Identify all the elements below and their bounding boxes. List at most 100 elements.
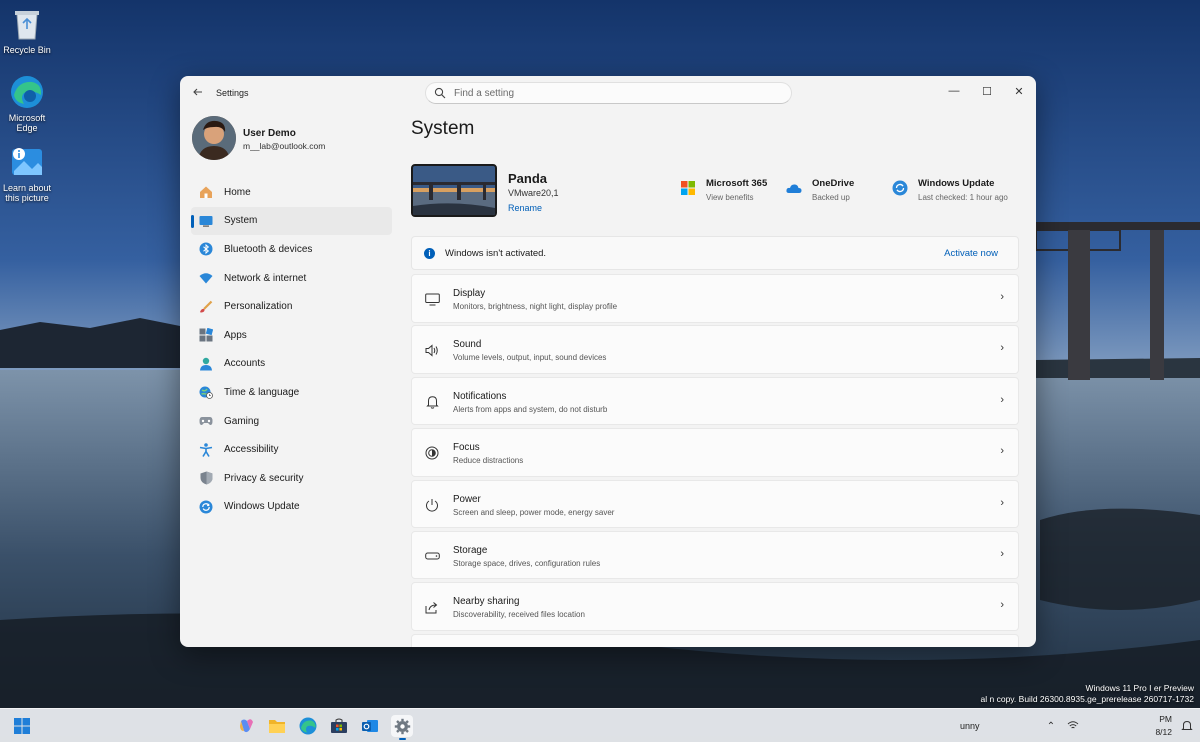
maximize-button[interactable]: ☐ — [972, 80, 1002, 102]
taskbar: unny ⌃ PM 8/12 — [0, 708, 1200, 742]
sidebar-item-label: System — [224, 215, 258, 227]
accessibility-icon — [198, 442, 214, 458]
avatar — [192, 116, 236, 160]
sidebar-item-apps[interactable]: Apps — [191, 321, 392, 350]
sidebar-item-label: Apps — [224, 329, 247, 341]
edge-icon — [299, 717, 317, 735]
desktop-icon-learn-about-picture[interactable]: Learn about this picture — [0, 144, 62, 203]
activate-now-link[interactable]: Activate now — [944, 247, 998, 260]
close-icon: ✕ — [1014, 85, 1024, 98]
user-profile[interactable]: User Demo m__lab@outlook.com — [192, 116, 392, 164]
sidebar-item-home[interactable]: Home — [191, 178, 392, 207]
shield-icon — [198, 470, 214, 486]
sidebar-item-accessibility[interactable]: Accessibility — [191, 435, 392, 464]
quick-link-microsoft-365[interactable]: Microsoft 365 View benefits — [680, 176, 780, 206]
activation-banner: i Windows isn't activated. Activate now — [411, 236, 1019, 270]
bell-icon — [424, 394, 440, 410]
card-title: Sound — [453, 339, 482, 351]
chevron-right-icon: › — [1000, 291, 1004, 303]
clock-date: 8/12 — [1155, 727, 1172, 737]
quick-link-windows-update[interactable]: Windows Update Last checked: 1 hour ago — [892, 176, 1022, 206]
clock-time: PM — [1159, 714, 1172, 724]
search-input[interactable]: Find a setting — [425, 82, 792, 104]
card-nearby-sharing[interactable]: Nearby sharing Discoverability, received… — [411, 582, 1019, 631]
user-name: User Demo — [243, 128, 296, 139]
rename-link[interactable]: Rename — [508, 203, 542, 213]
sidebar-item-windows-update[interactable]: Windows Update — [191, 493, 392, 522]
start-button[interactable] — [11, 715, 33, 737]
card-title: Notifications — [453, 390, 507, 402]
sidebar-item-network[interactable]: Network & internet — [191, 264, 392, 293]
sidebar-item-personalization[interactable]: Personalization — [191, 292, 392, 321]
copilot-icon — [240, 719, 253, 733]
clock[interactable]: PM 8/12 — [1128, 713, 1172, 739]
card-focus[interactable]: Focus Reduce distractions › — [411, 428, 1019, 477]
card-partial-next[interactable] — [411, 633, 1019, 647]
sidebar-item-label: Windows Update — [224, 501, 300, 513]
sidebar-item-system[interactable]: System — [191, 206, 392, 236]
outlook-button[interactable] — [359, 715, 381, 737]
desktop-icon-edge[interactable]: Microsoft Edge — [0, 74, 62, 133]
sidebar-item-label: Accessibility — [224, 444, 279, 456]
chevron-right-icon: › — [1000, 547, 1004, 560]
copilot-button[interactable] — [236, 715, 258, 737]
desktop-icon-label: Learn about this picture — [2, 183, 52, 203]
notifications-button[interactable] — [1176, 715, 1198, 737]
card-title: Display — [453, 288, 486, 299]
desktop-icon-recycle-bin[interactable]: Recycle Bin — [0, 6, 62, 55]
home-icon — [198, 184, 214, 200]
quick-link-onedrive[interactable]: OneDrive Backed up — [786, 176, 876, 206]
folder-icon — [269, 720, 285, 733]
maximize-icon: ☐ — [982, 85, 992, 98]
card-storage[interactable]: Storage Storage space, drives, configura… — [411, 530, 1019, 580]
sidebar-item-label: Network & internet — [224, 272, 307, 284]
quick-link-subtitle: Backed up — [812, 193, 850, 202]
system-icon — [198, 213, 214, 229]
settings-taskbar-button[interactable] — [391, 715, 413, 740]
store-button[interactable] — [328, 715, 350, 737]
minimize-icon: — — [948, 85, 960, 97]
arrow-left-icon — [193, 88, 202, 96]
card-title: Nearby sharing — [453, 596, 520, 608]
weather-text[interactable]: unny — [960, 721, 980, 731]
card-notifications[interactable]: Notifications Alerts from apps and syste… — [411, 376, 1019, 426]
bell-icon — [1181, 720, 1193, 730]
file-explorer-button[interactable] — [266, 715, 288, 737]
card-display[interactable]: Display Monitors, brightness, night ligh… — [411, 274, 1019, 323]
card-subtitle: Reduce distractions — [453, 456, 524, 466]
desktop-icon-label: Recycle Bin — [3, 45, 51, 55]
app-title: Settings — [216, 88, 249, 98]
search-icon — [434, 87, 446, 99]
chevron-up-icon: ⌃ — [1046, 720, 1056, 732]
device-wallpaper-thumbnail — [411, 164, 497, 217]
sidebar-item-label: Home — [224, 186, 251, 198]
network-button[interactable] — [1062, 715, 1084, 737]
power-icon — [424, 497, 440, 513]
settings-list: Display Monitors, brightness, night ligh… — [411, 274, 1019, 647]
minimize-button[interactable]: — — [939, 80, 969, 102]
close-button[interactable]: ✕ — [1004, 80, 1034, 102]
show-hidden-icons-button[interactable]: ⌃ — [1040, 715, 1062, 737]
share-icon — [424, 599, 440, 615]
card-sound[interactable]: Sound Volume levels, output, input, soun… — [411, 325, 1019, 374]
gear-icon — [394, 718, 410, 734]
card-power[interactable]: Power Screen and sleep, power mode, ener… — [411, 479, 1019, 529]
store-icon — [331, 718, 347, 733]
device-name: Panda — [508, 171, 548, 186]
desktop-icon-label: Microsoft Edge — [8, 113, 46, 133]
sidebar-item-privacy-security[interactable]: Privacy & security — [191, 464, 392, 493]
onedrive-icon — [786, 184, 802, 193]
edge-taskbar-button[interactable] — [297, 715, 319, 737]
sidebar-item-gaming[interactable]: Gaming — [191, 407, 392, 436]
sidebar-item-time-language[interactable]: Time & language — [191, 378, 392, 407]
sidebar-item-bluetooth[interactable]: Bluetooth & devices — [191, 235, 392, 264]
quick-link-title: Microsoft 365 — [706, 178, 768, 189]
sidebar-item-label: Gaming — [224, 415, 260, 427]
outlook-icon — [362, 720, 378, 732]
sidebar-item-label: Time & language — [224, 386, 300, 398]
settings-window: Settings Find a setting — ☐ ✕ User Demo … — [180, 76, 1036, 647]
watermark-line-1: Windows 11 Pro I er Preview — [1085, 683, 1195, 693]
device-model: VMware20,1 — [508, 188, 559, 198]
back-button[interactable] — [190, 86, 206, 102]
sidebar-item-accounts[interactable]: Accounts — [191, 350, 392, 379]
